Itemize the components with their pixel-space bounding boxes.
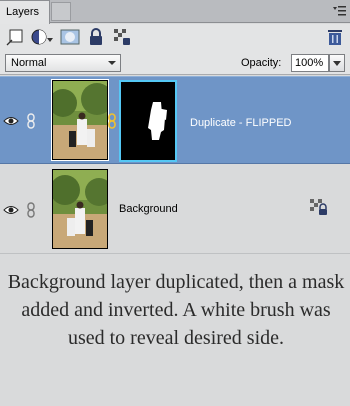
caption-text: Background layer duplicated, then a mask… (7, 271, 345, 349)
link-icon[interactable] (27, 113, 35, 129)
layer-mask-thumbnail[interactable] (119, 80, 177, 162)
layer-thumbnail (52, 169, 108, 249)
mask-image (121, 82, 175, 160)
eye-icon[interactable] (3, 205, 19, 215)
fill-adjustment-icon[interactable] (30, 28, 54, 46)
panel-tab-bar: Layers (0, 0, 350, 24)
mask-link-icon[interactable] (108, 113, 116, 129)
lock-icon[interactable] (309, 198, 327, 216)
opacity-label: Opacity: (241, 57, 282, 69)
layer-options-row: Normal Opacity: 100% (0, 50, 350, 75)
layer-thumbnail (51, 79, 109, 161)
blend-mode-value: Normal (11, 57, 47, 69)
photo-thumbnail-image (53, 170, 107, 248)
layers-toolbar (0, 24, 350, 50)
blend-mode-select[interactable]: Normal (5, 54, 121, 72)
tab-layers-label: Layers (6, 6, 40, 18)
add-mask-icon[interactable] (60, 28, 80, 46)
link-icon[interactable] (27, 202, 35, 218)
tab-close-button[interactable] (51, 2, 71, 21)
panel-menu-icon[interactable] (332, 5, 346, 17)
lock-transparency-icon[interactable] (113, 28, 131, 46)
photo-thumbnail-image (53, 81, 107, 159)
opacity-value: 100% (295, 57, 324, 69)
layer-name-duplicate: Duplicate - FLIPPED (190, 117, 292, 129)
layer-name-background: Background (119, 203, 178, 215)
layer-row-background[interactable]: Background (0, 166, 350, 254)
eye-icon[interactable] (3, 116, 19, 126)
layer-row-duplicate[interactable]: Duplicate - FLIPPED (0, 76, 350, 164)
trash-icon[interactable] (326, 28, 344, 46)
lock-all-icon[interactable] (87, 28, 105, 46)
opacity-input[interactable]: 100% (291, 54, 329, 72)
chevron-down-icon (108, 61, 116, 65)
tab-layers[interactable]: Layers (0, 0, 50, 24)
opacity-dropdown-button[interactable] (329, 54, 345, 72)
new-layer-icon[interactable] (6, 28, 24, 46)
